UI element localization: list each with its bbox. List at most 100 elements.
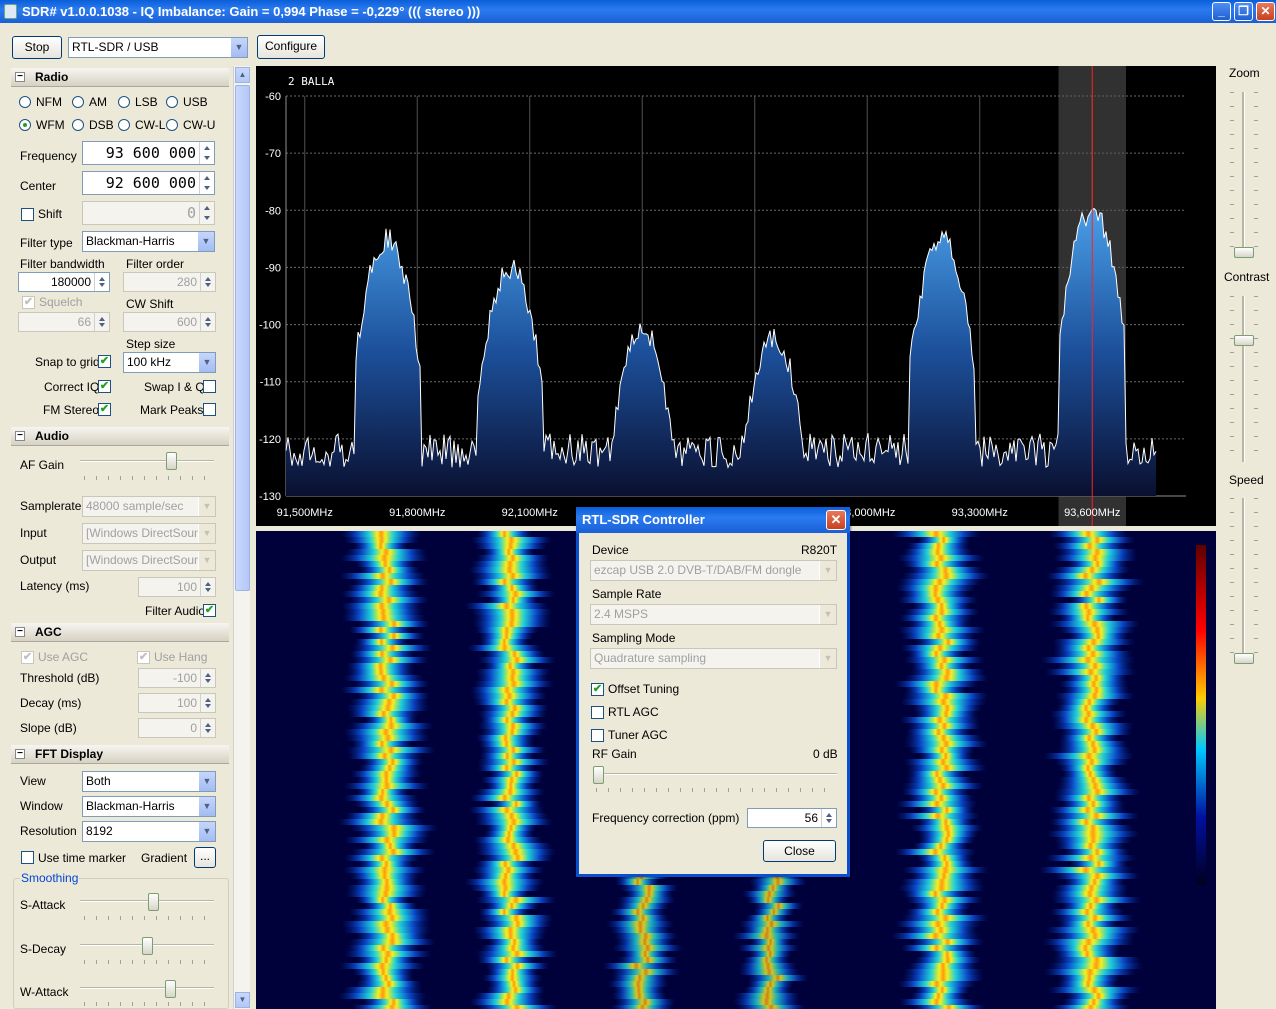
s-attack-slider-thumb[interactable] (147, 893, 159, 911)
mode-cwl-radio[interactable] (118, 119, 130, 131)
mode-lsb-label: LSB (135, 95, 158, 109)
use-hang-checkbox[interactable]: ✔ (137, 651, 150, 664)
filter-type-select[interactable]: Blackman-Harris ▼ (82, 231, 215, 252)
sample-rate-select[interactable]: 2.4 MSPS ▼ (590, 604, 837, 625)
fft-header-label: FFT Display (35, 747, 104, 761)
latency-input[interactable]: 100 (138, 577, 216, 597)
af-gain-track[interactable] (80, 460, 214, 462)
chevron-down-icon: ▼ (198, 497, 215, 516)
squelch-checkbox[interactable]: ✔ (22, 296, 35, 309)
correct-iq-checkbox[interactable]: ✔ (98, 380, 111, 393)
spectrum-chart[interactable]: -60 -70 -80 -90 -100 -110 -120 -130 91,500MHz 91,… (256, 66, 1216, 526)
spin-arrows-icon[interactable] (200, 669, 215, 687)
waterfall-band-row (896, 801, 978, 807)
mode-cwu-radio[interactable] (166, 119, 178, 131)
audio-section-header[interactable]: − Audio (11, 427, 229, 446)
rf-gain-track[interactable] (593, 773, 837, 775)
w-attack-slider-thumb[interactable] (164, 980, 176, 998)
filter-bandwidth-input[interactable]: 180000 (18, 272, 110, 292)
agc-section-header[interactable]: − AGC (11, 623, 229, 642)
spectrum-panel[interactable]: -60 -70 -80 -90 -100 -110 -120 -130 91,500MHz 91,… (256, 66, 1216, 526)
mode-wfm-radio[interactable] (19, 119, 31, 131)
waterfall-band-row (470, 693, 548, 699)
shift-checkbox[interactable] (21, 208, 34, 221)
waterfall-band-row (902, 549, 973, 555)
stop-button[interactable]: Stop (12, 36, 62, 59)
s-decay-slider-thumb[interactable] (141, 937, 153, 955)
cw-shift-input[interactable]: 600 (123, 312, 216, 332)
af-gain-slider-thumb[interactable] (166, 452, 178, 470)
scrollbar-thumb[interactable] (235, 85, 250, 591)
fft-section-header[interactable]: − FFT Display (11, 745, 229, 764)
spin-arrows-icon[interactable] (200, 578, 215, 596)
frequency-input[interactable]: 93 600 000 (82, 141, 215, 165)
shift-input[interactable]: 0 (82, 201, 215, 225)
slope-input[interactable]: 0 (138, 718, 216, 738)
use-agc-checkbox[interactable]: ✔ (21, 651, 34, 664)
spin-arrows-icon[interactable] (199, 142, 214, 164)
mode-am-radio[interactable] (72, 96, 84, 108)
waterfall-band-row (1056, 663, 1134, 669)
zoom-track[interactable] (1242, 92, 1245, 258)
spin-arrows-icon[interactable] (821, 809, 836, 827)
dialog-close-button[interactable]: Close (763, 840, 836, 862)
scroll-down-icon[interactable]: ▼ (235, 992, 250, 1008)
swap-iq-checkbox[interactable] (203, 380, 216, 393)
contrast-track[interactable] (1242, 296, 1245, 462)
input-select[interactable]: [Windows DirectSound] ▼ (82, 523, 216, 544)
maximize-button[interactable]: ❐ (1234, 2, 1253, 21)
spin-arrows-icon[interactable] (94, 313, 109, 331)
waterfall-band-row (343, 987, 423, 993)
snap-to-grid-checkbox[interactable]: ✔ (98, 355, 111, 368)
window-select[interactable]: Blackman-Harris ▼ (82, 796, 216, 817)
filter-audio-checkbox[interactable]: ✔ (203, 604, 216, 617)
speed-slider-thumb[interactable] (1234, 653, 1254, 664)
zoom-slider-thumb[interactable] (1234, 247, 1254, 258)
sampling-mode-select[interactable]: Quadrature sampling ▼ (590, 648, 837, 669)
filter-order-input[interactable]: 280 (123, 272, 216, 292)
threshold-input[interactable]: -100 (138, 668, 216, 688)
decay-input[interactable]: 100 (138, 693, 216, 713)
view-select[interactable]: Both ▼ (82, 771, 216, 792)
mark-peaks-checkbox[interactable] (203, 403, 216, 416)
spin-arrows-icon[interactable] (199, 172, 214, 194)
spin-arrows-icon[interactable] (200, 313, 215, 331)
center-input[interactable]: 92 600 000 (82, 171, 215, 195)
gradient-button[interactable]: ... (194, 847, 216, 868)
spin-arrows-icon[interactable] (199, 202, 214, 224)
waterfall-band-row (469, 885, 542, 891)
fm-stereo-checkbox[interactable]: ✔ (98, 403, 111, 416)
samplerate-select[interactable]: 48000 sample/sec ▼ (82, 496, 216, 517)
contrast-slider-thumb[interactable] (1234, 334, 1254, 346)
rtl-agc-checkbox[interactable] (591, 706, 604, 719)
device-select[interactable]: ezcap USB 2.0 DVB-T/DAB/FM dongle ▼ (590, 560, 837, 581)
close-button[interactable]: ✕ (1256, 2, 1275, 21)
left-panel-scrollbar[interactable]: ▲ ▼ (233, 66, 250, 1009)
w-attack-track[interactable] (80, 987, 214, 989)
spin-arrows-icon[interactable] (200, 694, 215, 712)
radio-section-header[interactable]: − Radio (11, 68, 229, 87)
rf-gain-slider-thumb[interactable] (593, 766, 604, 784)
mode-lsb-radio[interactable] (118, 96, 130, 108)
tuner-agc-checkbox[interactable] (591, 729, 604, 742)
waterfall-band-row (1065, 993, 1132, 999)
step-size-select[interactable]: 100 kHz ▼ (123, 352, 216, 373)
spin-arrows-icon[interactable] (200, 273, 215, 291)
time-marker-checkbox[interactable] (21, 851, 34, 864)
minimize-button[interactable]: _ (1212, 2, 1231, 21)
spin-arrows-icon[interactable] (94, 273, 109, 291)
dialog-close-icon[interactable]: ✕ (826, 510, 846, 530)
scroll-up-icon[interactable]: ▲ (235, 67, 250, 83)
squelch-input[interactable]: 66 (18, 312, 110, 332)
configure-button[interactable]: Configure (257, 35, 325, 59)
mode-nfm-radio[interactable] (19, 96, 31, 108)
source-select[interactable]: RTL-SDR / USB ▼ (68, 37, 248, 58)
resolution-select[interactable]: 8192 ▼ (82, 821, 216, 842)
offset-tuning-checkbox[interactable]: ✔ (591, 683, 604, 696)
spin-arrows-icon[interactable] (200, 719, 215, 737)
frequency-correction-input[interactable]: 56 (747, 808, 837, 828)
output-select[interactable]: [Windows DirectSound] ▼ (82, 550, 216, 571)
mode-usb-radio[interactable] (166, 96, 178, 108)
speed-track[interactable] (1242, 498, 1245, 664)
mode-dsb-radio[interactable] (72, 119, 84, 131)
